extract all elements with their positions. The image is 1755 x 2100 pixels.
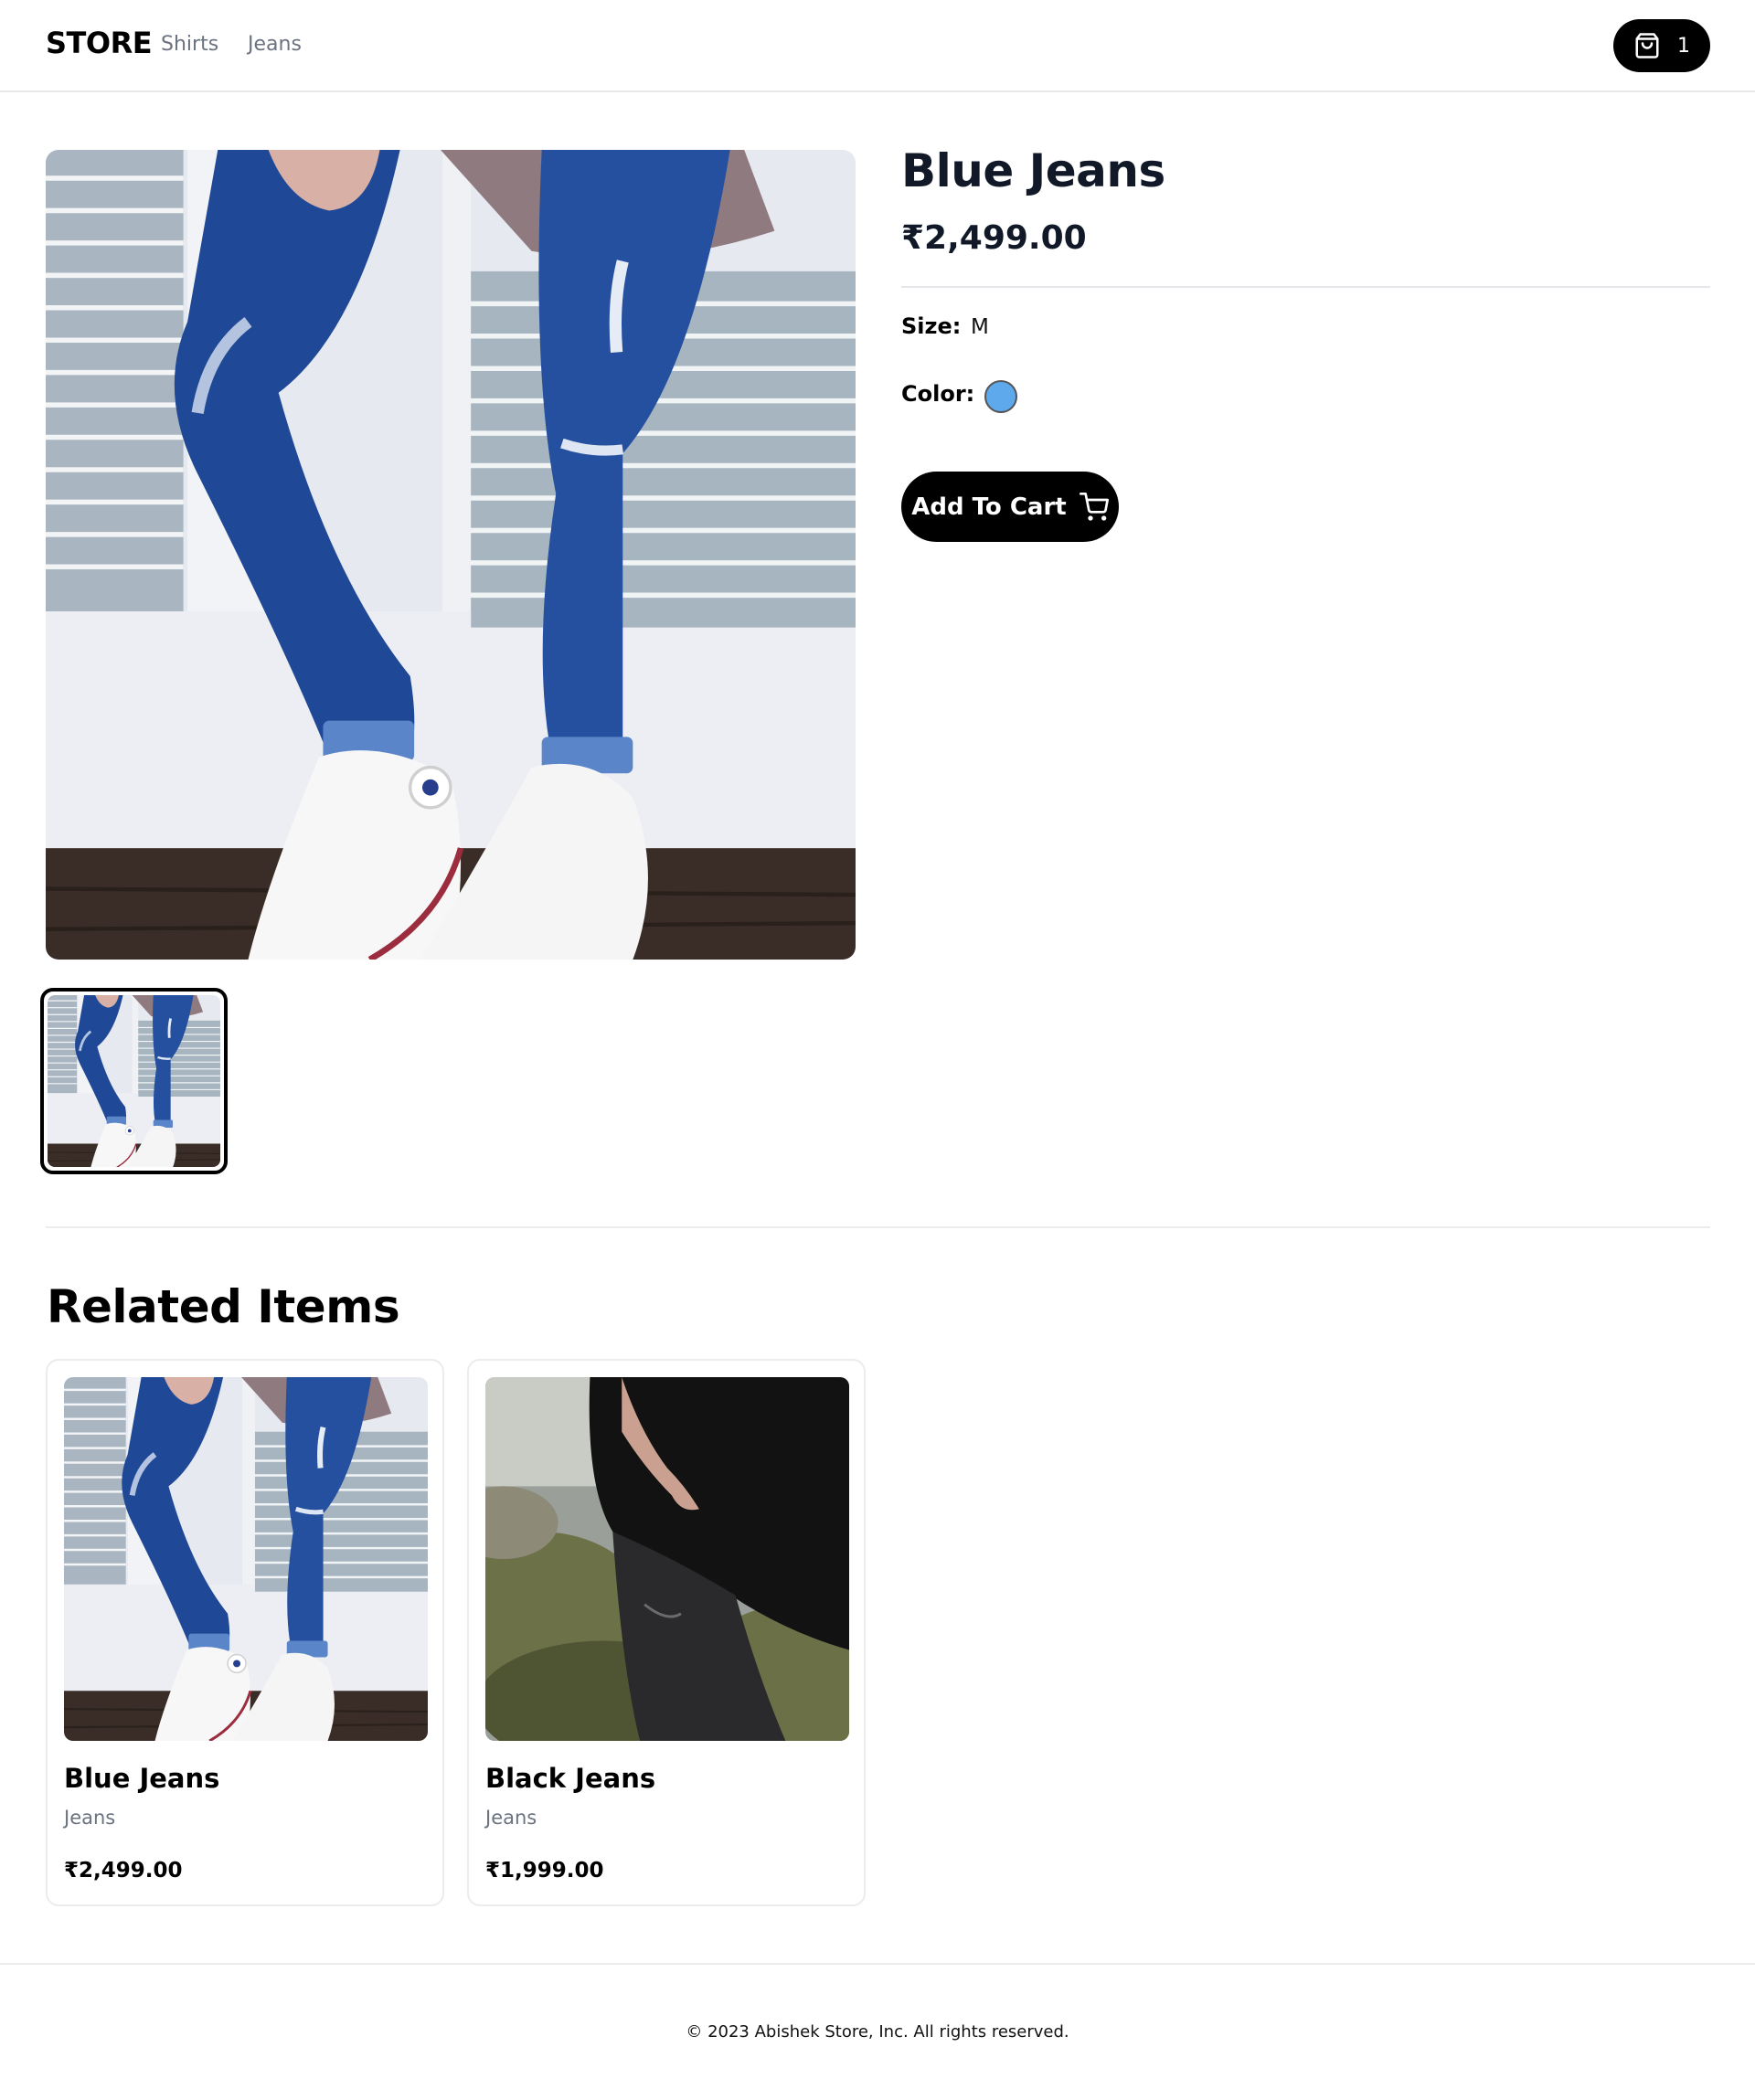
color-swatch	[984, 380, 1017, 413]
section-divider	[46, 1226, 1710, 1228]
color-label: Color:	[901, 381, 975, 407]
brand-logo[interactable]: STORE	[46, 26, 153, 60]
product-price: ₹2,499.00	[901, 219, 1087, 257]
related-item-name: Blue Jeans	[64, 1763, 220, 1794]
site-footer: © 2023 Abishek Store, Inc. All rights re…	[0, 1963, 1755, 2100]
related-item-price: ₹1,999.00	[485, 1859, 604, 1883]
divider	[901, 286, 1710, 288]
cart-button[interactable]: 1	[1613, 19, 1710, 72]
shopping-cart-icon	[1079, 492, 1109, 521]
nav-link-jeans[interactable]: Jeans	[248, 33, 302, 56]
copyright-text: © 2023 Abishek Store, Inc. All rights re…	[686, 2022, 1069, 2042]
product-title: Blue Jeans	[901, 144, 1165, 197]
black-jeans-photo	[485, 1377, 849, 1741]
nav-link-shirts[interactable]: Shirts	[161, 33, 218, 56]
add-to-cart-label: Add To Cart	[911, 493, 1067, 521]
related-heading: Related Items	[47, 1280, 400, 1333]
shopping-bag-icon	[1635, 33, 1659, 58]
blue-jeans-photo	[64, 1377, 428, 1741]
blue-jeans-photo	[46, 150, 856, 960]
size-value: M	[971, 315, 989, 339]
cart-count: 1	[1677, 34, 1690, 58]
product-thumbnail-selected[interactable]	[40, 988, 228, 1174]
related-item-price: ₹2,499.00	[64, 1859, 183, 1883]
related-item-card[interactable]: Black Jeans Jeans ₹1,999.00	[467, 1359, 866, 1906]
related-item-name: Black Jeans	[485, 1763, 656, 1794]
site-header: STORE Shirts Jeans 1	[0, 0, 1755, 92]
size-label: Size:	[901, 313, 962, 339]
add-to-cart-button[interactable]: Add To Cart	[901, 472, 1119, 542]
related-item-category: Jeans	[64, 1807, 116, 1829]
related-item-card[interactable]: Blue Jeans Jeans ₹2,499.00	[46, 1359, 444, 1906]
related-item-image[interactable]	[64, 1377, 428, 1741]
product-main-image	[46, 150, 856, 960]
blue-jeans-thumbnail	[48, 995, 220, 1167]
related-item-image[interactable]	[485, 1377, 849, 1741]
related-item-category: Jeans	[485, 1807, 537, 1829]
